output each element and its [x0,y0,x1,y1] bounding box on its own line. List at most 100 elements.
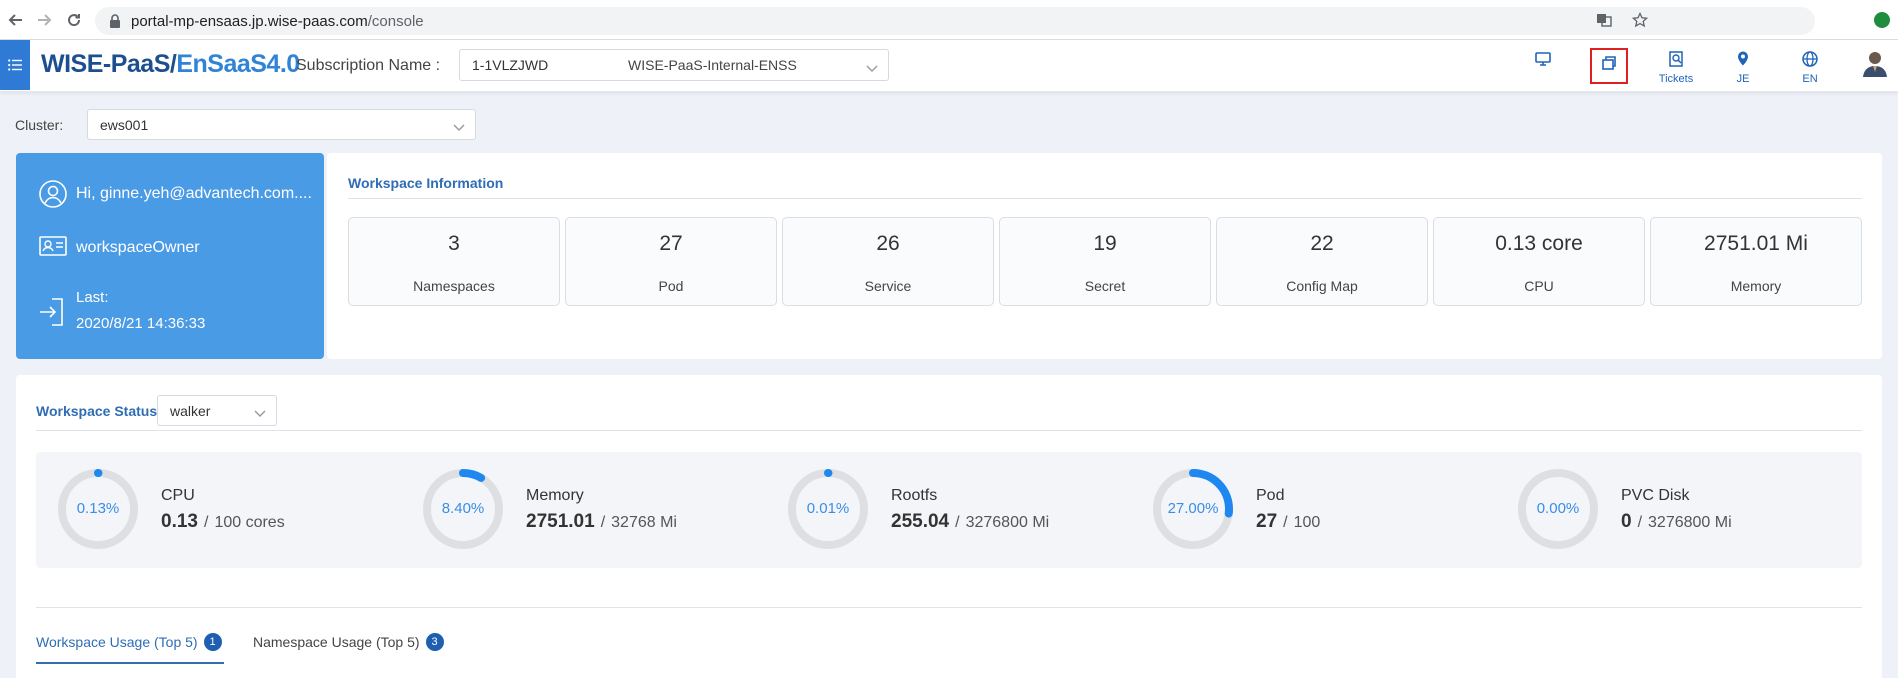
workspace-info-title: Workspace Information [348,175,504,191]
brand-ensaas: EnSaaS4.0 [176,50,300,78]
stat-label: Secret [1084,278,1126,294]
metric-name: CPU [161,487,195,504]
url-host: portal-mp-ensaas.jp.wise-paas.com [131,12,368,30]
metric-total: 3276800 Mi [1648,514,1732,531]
window-stack-icon [1600,50,1618,75]
metric-percent: 0.01% [806,500,850,517]
divider [348,198,1862,199]
user-circle-icon [38,179,68,214]
metric-value: 0/3276800 Mi [1621,511,1732,532]
cluster-select[interactable]: ews001 [87,109,476,140]
window-switch-button[interactable] [1590,48,1628,84]
metric-total: 100 cores [214,514,285,531]
stat-value: 19 [1093,232,1117,255]
monitor-button[interactable] [1519,46,1567,86]
stat-config-map[interactable]: 22 Config Map [1216,217,1428,306]
cluster-label: Cluster: [15,117,64,133]
address-bar[interactable]: portal-mp-ensaas.jp.wise-paas.com/consol… [95,7,1815,35]
monitor-icon [1534,46,1552,71]
translate-icon[interactable] [1596,12,1612,33]
metric-total: 3276800 Mi [965,514,1050,531]
metric-value: 0.13/100 cores [161,511,285,532]
metric-total: 32768 Mi [611,514,677,531]
stat-memory[interactable]: 2751.01 Mi Memory [1650,217,1862,306]
tab-namespace-usage[interactable]: Namespace Usage (Top 5) 3 [253,633,444,651]
metric-percent: 27.00% [1167,500,1219,517]
stat-value: 2751.01 Mi [1704,232,1808,255]
stat-value: 22 [1310,232,1334,255]
metric-value: 255.04/3276800 Mi [891,511,1050,532]
back-icon[interactable] [2,6,30,34]
user-initials-label: JE [1736,73,1750,85]
metric-used: 0.13 [161,511,198,532]
user-greeting-row: Hi, ginne.yeh@advantech.com.... [38,179,312,214]
app-header: WISE-PaaS/EnSaaS4.0 Subscription Name : … [0,40,1898,92]
user-card: Hi, ginne.yeh@advantech.com.... workspac… [16,153,324,359]
metric-pod: 27.00% Pod 27/100 [1131,452,1496,568]
stat-value: 3 [448,232,460,255]
last-login-time: 2020/8/21 14:36:33 [76,315,206,332]
metric-value: 2751.01/32768 Mi [526,511,677,532]
metric-name: Pod [1256,487,1285,504]
language-button[interactable]: EN [1786,46,1834,86]
metric-used: 0 [1621,511,1632,532]
last-login-label: Last: [76,289,109,306]
stat-cpu[interactable]: 0.13 core CPU [1433,217,1645,306]
subscription-label: Subscription Name : [296,57,441,74]
tickets-label: Tickets [1658,73,1694,85]
metric-value: 27/100 [1256,511,1321,532]
metric-memory: 8.40% Memory 2751.01/32768 Mi [401,452,766,568]
metric-used: 27 [1256,511,1278,532]
stat-label: Namespaces [413,278,495,294]
tab-badge: 1 [203,633,222,651]
metric-used: 2751.01 [526,511,595,532]
forward-icon[interactable] [30,6,58,34]
stat-label: Memory [1730,278,1782,294]
workspace-select-value: walker [170,403,211,419]
extension-icon[interactable] [1874,12,1890,28]
user-role-row: workspaceOwner [38,235,200,262]
stat-pod[interactable]: 27 Pod [565,217,777,306]
workspace-select[interactable]: walker [157,395,277,426]
avatar[interactable] [1860,48,1890,78]
stat-value: 26 [876,232,900,255]
brand-wise-paas: WISE-PaaS/ [41,50,177,78]
metric-rootfs: 0.01% Rootfs 255.04/3276800 Mi [766,452,1131,568]
tab-workspace-usage[interactable]: Workspace Usage (Top 5) 1 [36,633,222,651]
chevron-down-icon [254,405,266,421]
url-path: /console [367,12,424,30]
metric-total: 100 [1293,514,1321,531]
user-location-button[interactable]: JE [1719,46,1767,86]
globe-icon [1801,46,1819,71]
tickets-icon [1667,46,1685,71]
metric-name: Rootfs [891,487,938,504]
user-role: workspaceOwner [76,239,200,256]
stat-namespaces[interactable]: 3 Namespaces [348,217,560,306]
stat-label: Config Map [1286,278,1358,294]
user-greeting: Hi, ginne.yeh@advantech.com.... [76,185,312,202]
subscription-select[interactable]: 1-1VLZJWD WISE-PaaS-Internal-ENSS [459,49,889,81]
cluster-value: ews001 [100,117,149,133]
bookmark-star-icon[interactable] [1631,11,1649,33]
stat-label: Pod [658,278,684,294]
divider [36,607,1862,608]
menu-toggle-icon[interactable] [0,40,30,90]
stat-service[interactable]: 26 Service [782,217,994,306]
metric-used: 255.04 [891,511,950,532]
browser-toolbar: portal-mp-ensaas.jp.wise-paas.com/consol… [0,0,1898,40]
metric-name: PVC Disk [1621,487,1690,504]
stat-secret[interactable]: 19 Secret [999,217,1211,306]
login-arrow-icon [38,297,66,332]
chevron-down-icon [866,60,878,76]
metric-percent: 0.13% [76,500,120,517]
metric-name: Memory [526,487,584,504]
tickets-button[interactable]: Tickets [1652,46,1700,86]
stat-value: 0.13 core [1495,232,1583,255]
stat-label: Service [864,278,912,294]
subscription-id: 1-1VLZJWD [472,57,549,73]
stat-label: CPU [1524,278,1554,294]
tab-badge: 3 [425,633,444,651]
location-pin-icon [1734,46,1752,71]
reload-icon[interactable] [60,6,88,34]
metric-cpu: 0.13% CPU 0.13/100 cores [36,452,401,568]
